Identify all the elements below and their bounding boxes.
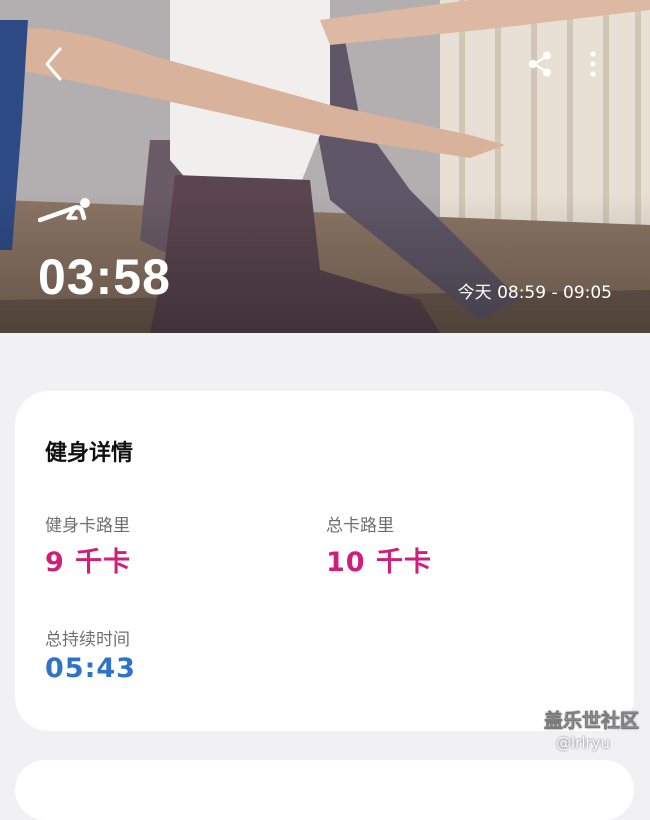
total-calories-label: 总卡路里 — [326, 516, 394, 536]
workout-calories-label: 健身卡路里 — [45, 516, 130, 536]
workout-calories-value: 9 千卡 — [45, 547, 132, 578]
plank-workout-icon — [38, 198, 90, 223]
share-button[interactable] — [518, 42, 562, 86]
hero-banner: 03:58 今天 08:59 - 09:05 — [0, 0, 650, 333]
total-duration-value: 05:43 — [45, 653, 136, 684]
fitness-details-card: 健身详情 健身卡路里 9 千卡 总卡路里 10 千卡 总持续时间 05:43 — [15, 391, 634, 731]
more-vertical-icon — [590, 51, 596, 77]
share-icon — [529, 51, 551, 77]
workout-duration: 03:58 — [38, 249, 171, 305]
watermark-user: @lrlryu — [556, 734, 611, 752]
next-card — [15, 760, 634, 820]
back-arrow-icon — [45, 47, 62, 81]
back-button[interactable] — [32, 42, 76, 86]
total-duration-label: 总持续时间 — [45, 630, 130, 650]
watermark-site: 盖乐世社区 — [544, 710, 640, 733]
workout-time-range: 今天 08:59 - 09:05 — [457, 283, 612, 303]
more-options-button[interactable] — [571, 42, 615, 86]
card-title: 健身详情 — [45, 441, 134, 466]
total-calories-value: 10 千卡 — [326, 547, 432, 578]
